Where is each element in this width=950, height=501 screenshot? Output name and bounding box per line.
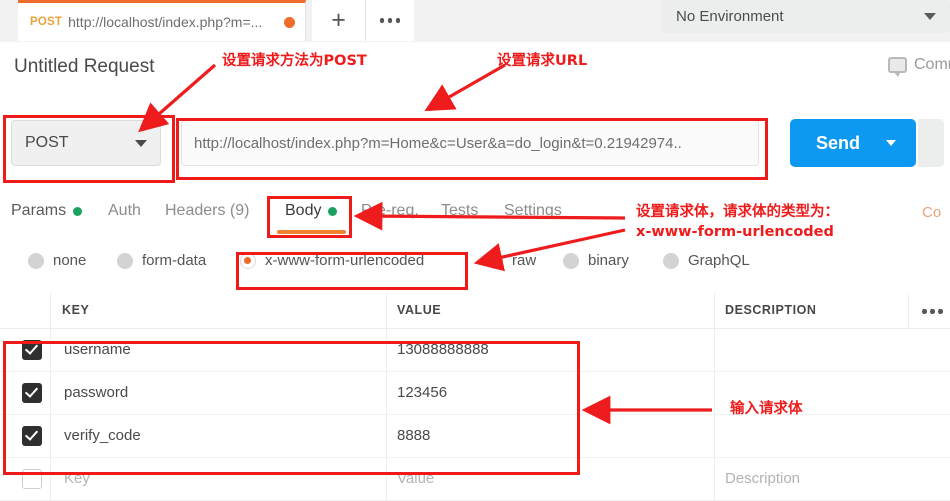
radio-x-www-form-urlencoded-label: x-www-form-urlencoded	[265, 252, 425, 269]
url-input-value: http://localhost/index.php?m=Home&c=User…	[194, 134, 682, 152]
column-header-value: VALUE	[397, 303, 442, 317]
row-checkbox[interactable]	[22, 469, 42, 489]
environment-selector[interactable]: No Environment	[662, 0, 950, 33]
row-checkbox[interactable]	[22, 383, 42, 403]
send-button[interactable]: Send	[790, 119, 916, 167]
unsaved-dot-icon	[284, 16, 295, 28]
tab-body[interactable]: Body	[285, 196, 338, 226]
request-tab[interactable]: POST http://localhost/index.php?m=...	[18, 0, 306, 41]
radio-selected-icon	[240, 252, 256, 269]
body-params-table: KEY VALUE DESCRIPTION username 130888888…	[0, 293, 950, 501]
table-row[interactable]: verify_code 8888	[0, 415, 950, 458]
tab-settings[interactable]: Settings	[504, 196, 562, 226]
radio-binary[interactable]: binary	[563, 252, 629, 269]
url-bar: POST http://localhost/index.php?m=Home&c…	[0, 97, 950, 187]
radio-form-data[interactable]: form-data	[117, 252, 206, 269]
http-method-select[interactable]: POST	[11, 120, 161, 166]
comments-button[interactable]: Comm	[888, 56, 950, 77]
row-value[interactable]: 8888	[397, 427, 430, 444]
chevron-down-icon[interactable]	[886, 140, 896, 146]
tab-pre-request-label: Pre-req.	[361, 202, 419, 219]
status-dot-icon	[73, 206, 83, 216]
new-tab-button[interactable]: +	[312, 0, 366, 41]
tab-tests-label: Tests	[441, 202, 479, 219]
table-row-placeholder[interactable]: Key Value Description	[0, 458, 950, 501]
tab-headers[interactable]: Headers (9)	[165, 196, 249, 226]
radio-graphql[interactable]: GraphQL	[663, 252, 750, 269]
radio-binary-label: binary	[588, 252, 629, 269]
row-key[interactable]: password	[64, 384, 128, 401]
request-title-row: Untitled Request	[0, 42, 950, 97]
tab-body-label: Body	[285, 202, 322, 219]
radio-icon	[487, 252, 503, 269]
radio-icon	[117, 252, 133, 269]
http-method-value: POST	[25, 134, 69, 151]
url-input[interactable]: http://localhost/index.php?m=Home&c=User…	[181, 120, 759, 166]
column-header-description: DESCRIPTION	[725, 303, 817, 317]
ellipsis-icon[interactable]	[922, 309, 943, 314]
row-key-placeholder[interactable]: Key	[64, 470, 90, 487]
radio-raw[interactable]: raw	[487, 252, 536, 269]
table-row[interactable]: password 123456	[0, 372, 950, 415]
row-checkbox[interactable]	[22, 340, 42, 360]
radio-x-www-form-urlencoded[interactable]: x-www-form-urlencoded	[240, 252, 424, 269]
page-title: Untitled Request	[14, 56, 155, 77]
row-value-placeholder[interactable]: Value	[397, 470, 434, 487]
row-description-placeholder[interactable]: Description	[725, 470, 800, 487]
tab-strip: POST http://localhost/index.php?m=... + …	[0, 0, 950, 43]
radio-form-data-label: form-data	[142, 252, 207, 269]
more-tabs-button[interactable]	[366, 0, 414, 41]
row-value[interactable]: 13088888888	[397, 341, 489, 358]
tab-settings-label: Settings	[504, 202, 562, 219]
chevron-down-icon	[135, 139, 147, 147]
plus-icon: +	[331, 6, 346, 34]
radio-icon	[563, 252, 579, 269]
request-tab-method: POST	[30, 16, 63, 28]
active-tab-underline	[277, 230, 346, 234]
row-checkbox[interactable]	[22, 426, 42, 446]
request-tab-url: http://localhost/index.php?m=...	[68, 14, 263, 30]
table-row[interactable]: username 13088888888	[0, 329, 950, 372]
table-header-row: KEY VALUE DESCRIPTION	[0, 293, 950, 329]
postman-window: POST http://localhost/index.php?m=... + …	[0, 0, 950, 501]
tab-auth[interactable]: Auth	[108, 196, 141, 226]
tab-pre-request[interactable]: Pre-req.	[361, 196, 419, 226]
comment-icon	[888, 57, 907, 77]
status-dot-icon	[328, 206, 338, 216]
row-key[interactable]: username	[64, 341, 131, 358]
radio-none[interactable]: none	[28, 252, 86, 269]
column-header-key: KEY	[62, 303, 90, 317]
row-key[interactable]: verify_code	[64, 427, 141, 444]
tab-params[interactable]: Params	[11, 196, 83, 226]
radio-icon	[28, 252, 44, 269]
request-tabs: Params Auth Headers (9) Body Pre-req. Te…	[0, 187, 950, 238]
ellipsis-icon	[379, 18, 401, 23]
tab-tests[interactable]: Tests	[441, 196, 478, 226]
tab-headers-label: Headers (9)	[165, 202, 250, 219]
send-label: Send	[816, 132, 861, 153]
radio-icon	[663, 252, 679, 269]
tab-auth-label: Auth	[108, 202, 141, 219]
body-type-radio-group: none form-data x-www-form-urlencoded raw…	[0, 237, 950, 294]
environment-label: No Environment	[676, 8, 784, 25]
comments-label: Comm	[914, 56, 950, 73]
radio-graphql-label: GraphQL	[688, 252, 750, 269]
cookies-link[interactable]: Co	[922, 204, 941, 221]
chevron-down-icon	[924, 13, 936, 20]
radio-raw-label: raw	[512, 252, 537, 269]
row-value[interactable]: 123456	[397, 384, 447, 401]
tab-params-label: Params	[11, 202, 67, 219]
radio-none-label: none	[53, 252, 87, 269]
save-button[interactable]	[918, 119, 944, 167]
